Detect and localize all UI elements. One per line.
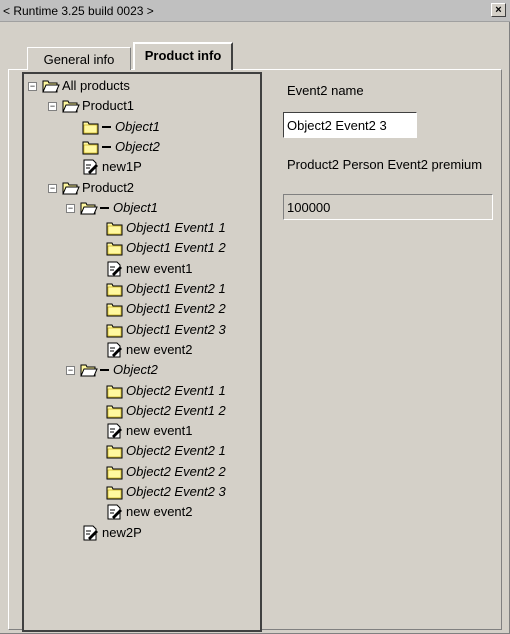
- tree-node-label: Object1 Event2 3: [126, 321, 226, 337]
- tree-node[interactable]: − Product1: [24, 96, 260, 116]
- closed-folder-icon: [106, 403, 124, 419]
- edit-document-icon: [82, 525, 100, 541]
- edit-document-icon: [106, 423, 124, 439]
- tree-node-label: Object2 Event2 3: [126, 484, 226, 499]
- product-tree[interactable]: − All products − Product1 Object1 Object2 new1…: [22, 72, 262, 632]
- collapse-toggle[interactable]: −: [48, 183, 57, 193]
- closed-folder-icon: [82, 139, 100, 155]
- dash-marker: [102, 145, 111, 148]
- edit-document-icon: [82, 159, 100, 175]
- dash-marker: [100, 369, 109, 372]
- tree-node[interactable]: Object2 Event2 1: [24, 441, 260, 461]
- tree-node[interactable]: Object1 Event1 2: [24, 238, 260, 258]
- event-name-input[interactable]: [283, 112, 417, 138]
- closed-folder-icon: [106, 383, 124, 399]
- tree-node[interactable]: Object2 Event2 2: [24, 462, 260, 482]
- tree-node[interactable]: new event1: [24, 421, 260, 441]
- tree-node-label: Object2 Event2 1: [126, 443, 226, 459]
- tree-node[interactable]: new2P: [24, 523, 260, 543]
- tree-node-label: Object1: [115, 118, 160, 134]
- tree-node[interactable]: new event2: [24, 502, 260, 522]
- event-name-label: Event2 name: [287, 83, 364, 98]
- tree-node-label: All products: [62, 78, 130, 93]
- tree-node[interactable]: Object2 Event1 2: [24, 401, 260, 421]
- tree-node-label: new event1: [126, 260, 193, 276]
- collapse-toggle[interactable]: −: [66, 366, 75, 376]
- tree-node[interactable]: − All products: [24, 76, 260, 96]
- tree-node-label: Object1 Event2 2: [126, 301, 226, 317]
- edit-document-icon: [106, 504, 124, 520]
- tree-node-label: new event2: [126, 341, 193, 357]
- collapse-toggle[interactable]: −: [66, 203, 75, 213]
- tree-node-label: Object1 Event1 1: [126, 220, 226, 236]
- tree-node[interactable]: − Product2: [24, 178, 260, 198]
- tree-node[interactable]: − Object2: [24, 360, 260, 380]
- tree-node-label: new2P: [102, 524, 142, 540]
- tree-node-label: new event1: [126, 423, 193, 439]
- premium-field: [283, 194, 493, 220]
- edit-document-icon: [106, 342, 124, 358]
- collapse-toggle[interactable]: −: [28, 82, 37, 91]
- tab-general-info[interactable]: General info: [27, 47, 131, 70]
- title-bar[interactable]: < Runtime 3.25 build 0023 > ×: [0, 0, 510, 22]
- tree-node[interactable]: Object2: [24, 137, 260, 157]
- tree-node[interactable]: Object1 Event2 3: [24, 320, 260, 340]
- tree-node[interactable]: new event1: [24, 259, 260, 279]
- premium-label: Product2 Person Event2 premium: [287, 157, 483, 172]
- tree-node-label: Object1: [113, 199, 158, 215]
- tree-node[interactable]: Object1: [24, 117, 260, 137]
- tree-node[interactable]: Object2 Event1 1: [24, 381, 260, 401]
- tree-node-label: Object1 Event1 2: [126, 240, 226, 256]
- tree-node-label: new1P: [102, 159, 142, 175]
- closed-folder-icon: [106, 484, 124, 500]
- runtime-window: < Runtime 3.25 build 0023 > × General in…: [0, 0, 510, 634]
- tree-node-label: Object2 Event1 2: [126, 402, 226, 418]
- open-folder-icon: [62, 98, 80, 114]
- dash-marker: [100, 206, 109, 209]
- close-button[interactable]: ×: [491, 3, 506, 17]
- closed-folder-icon: [106, 220, 124, 236]
- tree-node-label: Object2 Event1 1: [126, 382, 226, 398]
- edit-document-icon: [106, 261, 124, 277]
- open-folder-icon: [80, 362, 98, 378]
- tree-node[interactable]: new1P: [24, 157, 260, 177]
- tree-node-label: Product1: [82, 98, 135, 114]
- open-folder-icon: [62, 180, 80, 196]
- window-title: < Runtime 3.25 build 0023 >: [3, 4, 154, 18]
- closed-folder-icon: [82, 119, 100, 135]
- tab-product-info[interactable]: Product info: [133, 42, 233, 70]
- tree-node-label: Object2: [115, 138, 160, 154]
- tree-node-label: Object1 Event2 1: [126, 281, 226, 296]
- collapse-toggle[interactable]: −: [48, 102, 57, 112]
- tree-node-label: new event2: [126, 504, 193, 520]
- tree-node-label: Object2 Event2 2: [126, 463, 226, 479]
- tree-node[interactable]: − Object1: [24, 198, 260, 218]
- tree-node[interactable]: Object2 Event2 3: [24, 482, 260, 502]
- closed-folder-icon: [106, 322, 124, 338]
- dash-marker: [102, 125, 111, 128]
- closed-folder-icon: [106, 240, 124, 256]
- tree-node[interactable]: new event2: [24, 340, 260, 360]
- tree-node[interactable]: Object1 Event2 2: [24, 299, 260, 319]
- open-folder-icon: [42, 78, 60, 94]
- closed-folder-icon: [106, 281, 124, 297]
- tree-node-label: Product2: [82, 179, 135, 195]
- open-folder-icon: [80, 200, 98, 216]
- tree-node-label: Object2: [113, 362, 158, 378]
- tree-node[interactable]: Object1 Event1 1: [24, 218, 260, 238]
- closed-folder-icon: [106, 301, 124, 317]
- closed-folder-icon: [106, 464, 124, 480]
- tree-node[interactable]: Object1 Event2 1: [24, 279, 260, 299]
- closed-folder-icon: [106, 443, 124, 459]
